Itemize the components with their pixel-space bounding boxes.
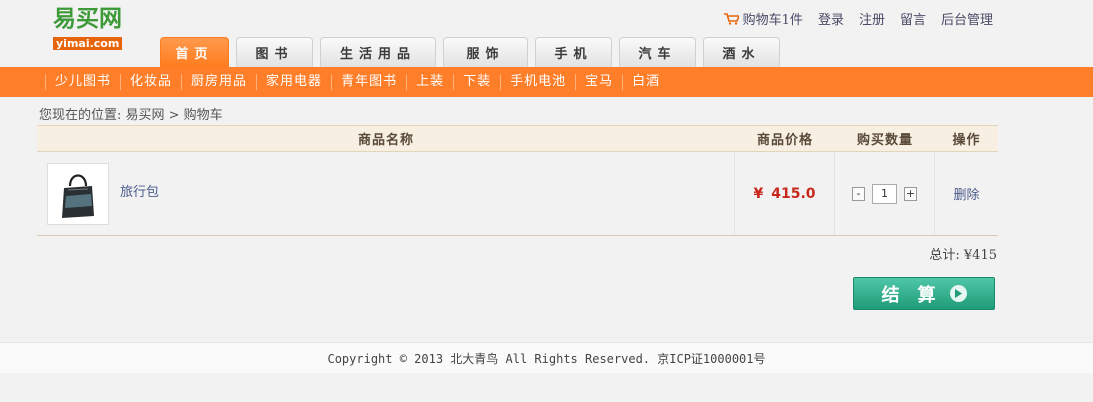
play-arrow-icon: [949, 285, 967, 302]
register-link[interactable]: 注册: [859, 9, 885, 28]
table-row: 旅行包 ¥415.0 - 1 + 删除: [37, 152, 998, 236]
admin-link[interactable]: 后台管理: [941, 9, 993, 28]
category-appliances[interactable]: 家用电器: [256, 74, 331, 90]
product-name[interactable]: 旅行包: [120, 181, 159, 200]
header-name: 商品名称: [357, 133, 414, 148]
tab-cars[interactable]: 汽车: [619, 37, 696, 67]
category-tops[interactable]: 上装: [406, 74, 453, 90]
message-link[interactable]: 留言: [900, 9, 926, 28]
category-youth-books[interactable]: 青年图书: [331, 74, 406, 90]
main-tabs: 首页 图书 生活用品 服饰 手机 汽车 酒水: [160, 37, 787, 67]
tab-phones[interactable]: 手机: [535, 37, 612, 67]
header-op: 操作: [952, 133, 981, 148]
price-cell: ¥415.0: [735, 152, 835, 235]
quantity-stepper: - 1 +: [835, 152, 935, 235]
cart-total: 总计: ¥415: [929, 248, 997, 263]
category-phone-battery[interactable]: 手机电池: [500, 74, 575, 90]
checkout-button[interactable]: 结算: [853, 277, 995, 310]
category-cosmetics[interactable]: 化妆品: [120, 74, 181, 90]
breadcrumb: 您现在的位置: 易买网 > 购物车: [39, 108, 223, 123]
cart-icon: [723, 12, 739, 25]
category-bar: 少儿图书 化妆品 厨房用品 家用电器 青年图书 上装 下装 手机电池 宝马 白酒: [0, 67, 1093, 97]
cart-table: 商品名称 商品价格 购买数量 操作 旅行包 ¥415.0 - 1 + 删除: [37, 125, 998, 236]
cart-link[interactable]: 购物车1件: [743, 9, 803, 28]
action-cell: 删除: [935, 152, 998, 235]
header-price: 商品价格: [756, 133, 813, 148]
product-price: ¥415.0: [753, 186, 815, 202]
header-qty: 购买数量: [856, 133, 913, 148]
delete-link[interactable]: 删除: [953, 184, 979, 203]
tab-liquor[interactable]: 酒水: [703, 37, 780, 67]
category-bottoms[interactable]: 下装: [453, 74, 500, 90]
bag-icon: [62, 173, 94, 218]
tab-daily-goods[interactable]: 生活用品: [320, 37, 436, 67]
quantity-input[interactable]: 1: [872, 183, 897, 204]
footer: Copyright © 2013 北大青鸟 All Rights Reserve…: [0, 342, 1093, 373]
site-logo[interactable]: 易买网 yimai.com: [53, 6, 143, 50]
increase-qty-button[interactable]: +: [904, 186, 917, 201]
tab-books[interactable]: 图书: [236, 37, 313, 67]
category-baijiu[interactable]: 白酒: [622, 74, 669, 90]
currency-symbol: ¥: [753, 185, 764, 202]
decrease-qty-button[interactable]: -: [852, 186, 865, 201]
logo-domain: yimai.com: [53, 37, 123, 50]
product-thumbnail[interactable]: [47, 162, 109, 225]
checkout-label: 结算: [881, 284, 954, 306]
logo-text: 易买网: [53, 6, 122, 32]
login-link[interactable]: 登录: [818, 9, 844, 28]
category-bmw[interactable]: 宝马: [575, 74, 622, 90]
product-cell: 旅行包: [37, 152, 735, 235]
price-value: 415.0: [771, 185, 816, 202]
table-header: 商品名称 商品价格 购买数量 操作: [37, 125, 998, 152]
tab-home[interactable]: 首页: [160, 37, 229, 67]
tab-apparel[interactable]: 服饰: [443, 37, 528, 67]
category-kids-books[interactable]: 少儿图书: [45, 74, 120, 90]
category-kitchen[interactable]: 厨房用品: [181, 74, 256, 90]
top-links: 购物车1件 登录 注册 留言 后台管理: [723, 9, 993, 28]
